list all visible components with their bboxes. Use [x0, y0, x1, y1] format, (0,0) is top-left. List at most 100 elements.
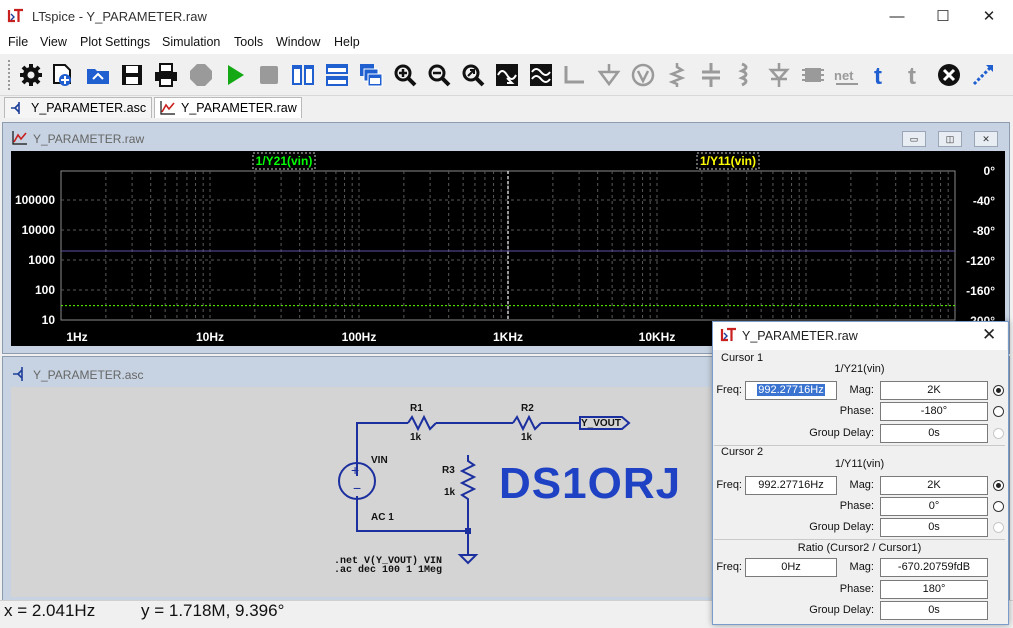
autorange-icon[interactable]: [494, 62, 520, 88]
diode-icon[interactable]: [766, 62, 792, 88]
menu-plot-settings[interactable]: Plot Settings: [80, 35, 150, 49]
zoom-fit-icon[interactable]: [460, 62, 486, 88]
tile-vertical-icon[interactable]: [290, 62, 316, 88]
schematic-tab-icon: [11, 102, 20, 114]
svg-text:t: t: [908, 63, 916, 88]
waveform-window-title: Y_PARAMETER.raw: [33, 132, 145, 146]
component-icon[interactable]: [630, 62, 656, 88]
y-left-tick-label: 100000: [15, 193, 55, 207]
close-button[interactable]: ✕: [966, 0, 1012, 34]
cursor-dialog-title: Y_PARAMETER.raw: [742, 329, 858, 343]
tab-schematic[interactable]: Y_PARAMETER.asc: [4, 97, 152, 118]
ratio-freq-field[interactable]: 0Hz: [745, 558, 837, 577]
ratio-phase-label: Phase:: [839, 583, 874, 595]
waveform-minimize-button[interactable]: ▭: [902, 131, 926, 147]
cursor1-gd-radio[interactable]: [993, 428, 1004, 439]
waveform-plot[interactable]: 1Hz 10Hz 100Hz 1KHz 10KHz 100000 10000 1000 100 1…: [11, 151, 1005, 346]
r1-value: 1k: [410, 432, 422, 443]
net-label-icon[interactable]: net: [834, 62, 860, 88]
toolbar-grip: [8, 60, 14, 90]
separator: [714, 539, 1005, 540]
window-title: LTspice - Y_PARAMETER.raw: [32, 9, 207, 24]
menu-tools[interactable]: Tools: [234, 35, 263, 49]
gear-icon[interactable]: [18, 62, 44, 88]
text-icon[interactable]: t: [868, 62, 894, 88]
cursor2-gd-radio[interactable]: [993, 522, 1004, 533]
halt-icon[interactable]: [188, 62, 214, 88]
cursor1-gd-field[interactable]: 0s: [880, 424, 988, 443]
menu-file[interactable]: File: [8, 35, 28, 49]
close-icon[interactable]: ✕: [982, 325, 996, 345]
stop-icon[interactable]: [256, 62, 282, 88]
zoom-out-icon[interactable]: [426, 62, 452, 88]
menu-window[interactable]: Window: [276, 35, 320, 49]
cursor1-phase-label: Phase:: [839, 405, 874, 417]
delete-icon[interactable]: [936, 62, 962, 88]
cursor1-trace-name: 1/Y21(vin): [834, 363, 885, 375]
zoom-in-icon[interactable]: [392, 62, 418, 88]
maximize-button[interactable]: ☐: [920, 0, 966, 34]
cursor1-phase-field[interactable]: -180°: [880, 402, 988, 421]
cursor1-freq-field[interactable]: 992.27716Hz: [745, 381, 837, 400]
r3-value: 1k: [444, 487, 456, 498]
cursor2-mag-radio[interactable]: [993, 480, 1004, 491]
r2-name: R2: [521, 403, 534, 414]
ground-icon[interactable]: [596, 62, 622, 88]
ratio-mag-label: Mag:: [849, 561, 874, 573]
ratio-mag-field[interactable]: -670.20759fdB: [880, 558, 988, 577]
ltspice-logo-icon: [7, 8, 25, 24]
waveform-close-button[interactable]: ✕: [974, 131, 998, 147]
x-tick-label: 1Hz: [66, 330, 87, 344]
spice-directive-2: .ac dec 100 1 1Meg: [334, 565, 443, 576]
probe-wave-icon[interactable]: [528, 62, 554, 88]
open-folder-icon[interactable]: [85, 62, 111, 88]
resistor-icon[interactable]: [664, 62, 690, 88]
ratio-phase-field[interactable]: 180°: [880, 580, 988, 599]
cursor1-phase-radio[interactable]: [993, 406, 1004, 417]
cascade-icon[interactable]: [358, 62, 384, 88]
y-right-tick-label: -160°: [966, 284, 995, 298]
component-block-icon[interactable]: [800, 62, 826, 88]
move-icon[interactable]: [970, 62, 996, 88]
cursor1-mag-field[interactable]: 2K: [880, 381, 988, 400]
cursor2-freq-field[interactable]: 992.27716Hz: [745, 476, 837, 495]
cursor2-phase-radio[interactable]: [993, 501, 1004, 512]
y-left-tick-label: 1000: [28, 253, 55, 267]
save-icon[interactable]: [119, 62, 145, 88]
ratio-gd-field[interactable]: 0s: [880, 601, 988, 620]
waveform-restore-button[interactable]: ◫: [938, 131, 962, 147]
y-left-tick-label: 10000: [22, 223, 56, 237]
vin-name: VIN: [371, 455, 388, 466]
y-right-tick-label: 0°: [984, 164, 996, 178]
ltspice-logo-icon: [720, 327, 736, 342]
wire-icon[interactable]: [562, 62, 588, 88]
r2-symbol: [512, 414, 542, 432]
inductor-icon[interactable]: [732, 62, 758, 88]
cursor2-gd-field[interactable]: 0s: [880, 518, 988, 537]
schematic-window-title: Y_PARAMETER.asc: [33, 368, 144, 382]
cursor2-phase-field[interactable]: 0°: [880, 497, 988, 516]
tile-horizontal-icon[interactable]: [324, 62, 350, 88]
cursor1-mag-radio[interactable]: [993, 385, 1004, 396]
x-tick-label: 10KHz: [639, 330, 676, 344]
menu-help[interactable]: Help: [334, 35, 360, 49]
capacitor-icon[interactable]: [698, 62, 724, 88]
menu-view[interactable]: View: [40, 35, 67, 49]
x-tick-label: 100Hz: [342, 330, 377, 344]
menu-simulation[interactable]: Simulation: [162, 35, 220, 49]
spice-directive-icon[interactable]: t: [902, 62, 928, 88]
new-schematic-icon[interactable]: [50, 62, 76, 88]
cursor2-mag-field[interactable]: 2K: [880, 476, 988, 495]
tab-label: Y_PARAMETER.asc: [31, 101, 147, 115]
status-y-readout: y = 1.718M, 9.396°: [141, 601, 285, 620]
cursor2-trace-name: 1/Y11(vin): [834, 458, 885, 470]
y-right-tick-label: -120°: [966, 254, 995, 268]
run-icon[interactable]: [222, 62, 248, 88]
waveform-window-icon: [12, 131, 27, 145]
print-icon[interactable]: [153, 62, 179, 88]
tab-waveform[interactable]: Y_PARAMETER.raw: [154, 97, 302, 118]
y-left-tick-label: 100: [35, 283, 55, 297]
minimize-button[interactable]: —: [874, 0, 920, 34]
y-right-tick-label: -40°: [973, 194, 995, 208]
ratio-group-label: Ratio (Cursor2 / Cursor1): [797, 542, 922, 554]
